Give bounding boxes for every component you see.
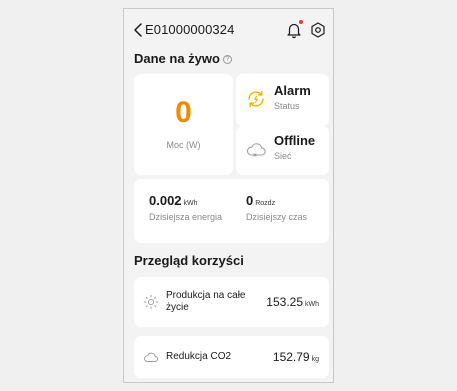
- today-time-value: 0: [246, 193, 254, 208]
- today-time-label: Dzisiejszy czas: [246, 212, 308, 222]
- info-icon[interactable]: ?: [222, 55, 232, 65]
- chevron-left-icon[interactable]: [133, 23, 143, 37]
- lifetime-production-label: Produkcja na całe życie: [166, 290, 246, 313]
- lifetime-production-row: Produkcja na całe życie 153.25 kWh: [134, 277, 329, 327]
- co2-reduction-unit: kg: [311, 356, 319, 363]
- today-energy-value: 0.002: [149, 193, 182, 208]
- lifetime-production-unit: kWh: [305, 301, 319, 308]
- power-label: Moc (W): [166, 140, 201, 150]
- energy-card: 0.002 kWh Dzisiejsza energia 0 Rozdz Dzisi…: [134, 179, 329, 243]
- lifetime-production-value: 153.25: [266, 295, 303, 309]
- device-id-title: E01000000324: [145, 22, 235, 37]
- benefits-heading: Przegląd korzyści: [134, 253, 244, 268]
- lifetime-production-value-group: 153.25 kWh: [266, 295, 319, 309]
- co2-reduction-value-group: 152.79 kg: [273, 350, 319, 364]
- app-screen: E01000000324 Dane na żywo? 0 Moc (W) Ala…: [123, 8, 334, 383]
- cloud-offline-icon: [246, 143, 266, 157]
- top-bar: E01000000324: [124, 19, 333, 43]
- network-card[interactable]: Offline Sieć: [236, 126, 329, 175]
- co2-reduction-row: Redukcja CO2 152.79 kg: [134, 336, 329, 378]
- today-time-unit: Rozdz: [255, 200, 276, 207]
- co2-reduction-label: Redukcja CO2: [166, 351, 232, 362]
- co2-reduction-value: 152.79: [272, 350, 310, 364]
- today-energy-unit: kWh: [183, 200, 198, 207]
- status-label: Status: [274, 101, 300, 111]
- cloud-icon: [144, 352, 159, 362]
- alarm-sync-icon: [248, 90, 264, 108]
- status-card[interactable]: Alarm Status: [236, 74, 329, 126]
- sun-icon: [143, 294, 159, 310]
- notification-dot: [299, 20, 303, 24]
- today-energy-label: Dzisiejsza energia: [149, 212, 223, 222]
- live-data-title: Dane na żywo: [134, 51, 220, 66]
- today-energy-stat: 0.002 kWh Dzisiejsza energia: [149, 192, 229, 223]
- today-time-stat: 0 Rozdz Dzisiejszy czas: [246, 192, 328, 223]
- settings-icon[interactable]: [310, 22, 326, 38]
- network-value: Offline: [274, 133, 316, 148]
- live-data-heading: Dane na żywo?: [134, 51, 232, 66]
- network-label: Sieć: [274, 151, 292, 161]
- power-value: 0: [175, 96, 192, 129]
- status-value: Alarm: [274, 83, 311, 98]
- power-card: 0 Moc (W): [134, 74, 233, 175]
